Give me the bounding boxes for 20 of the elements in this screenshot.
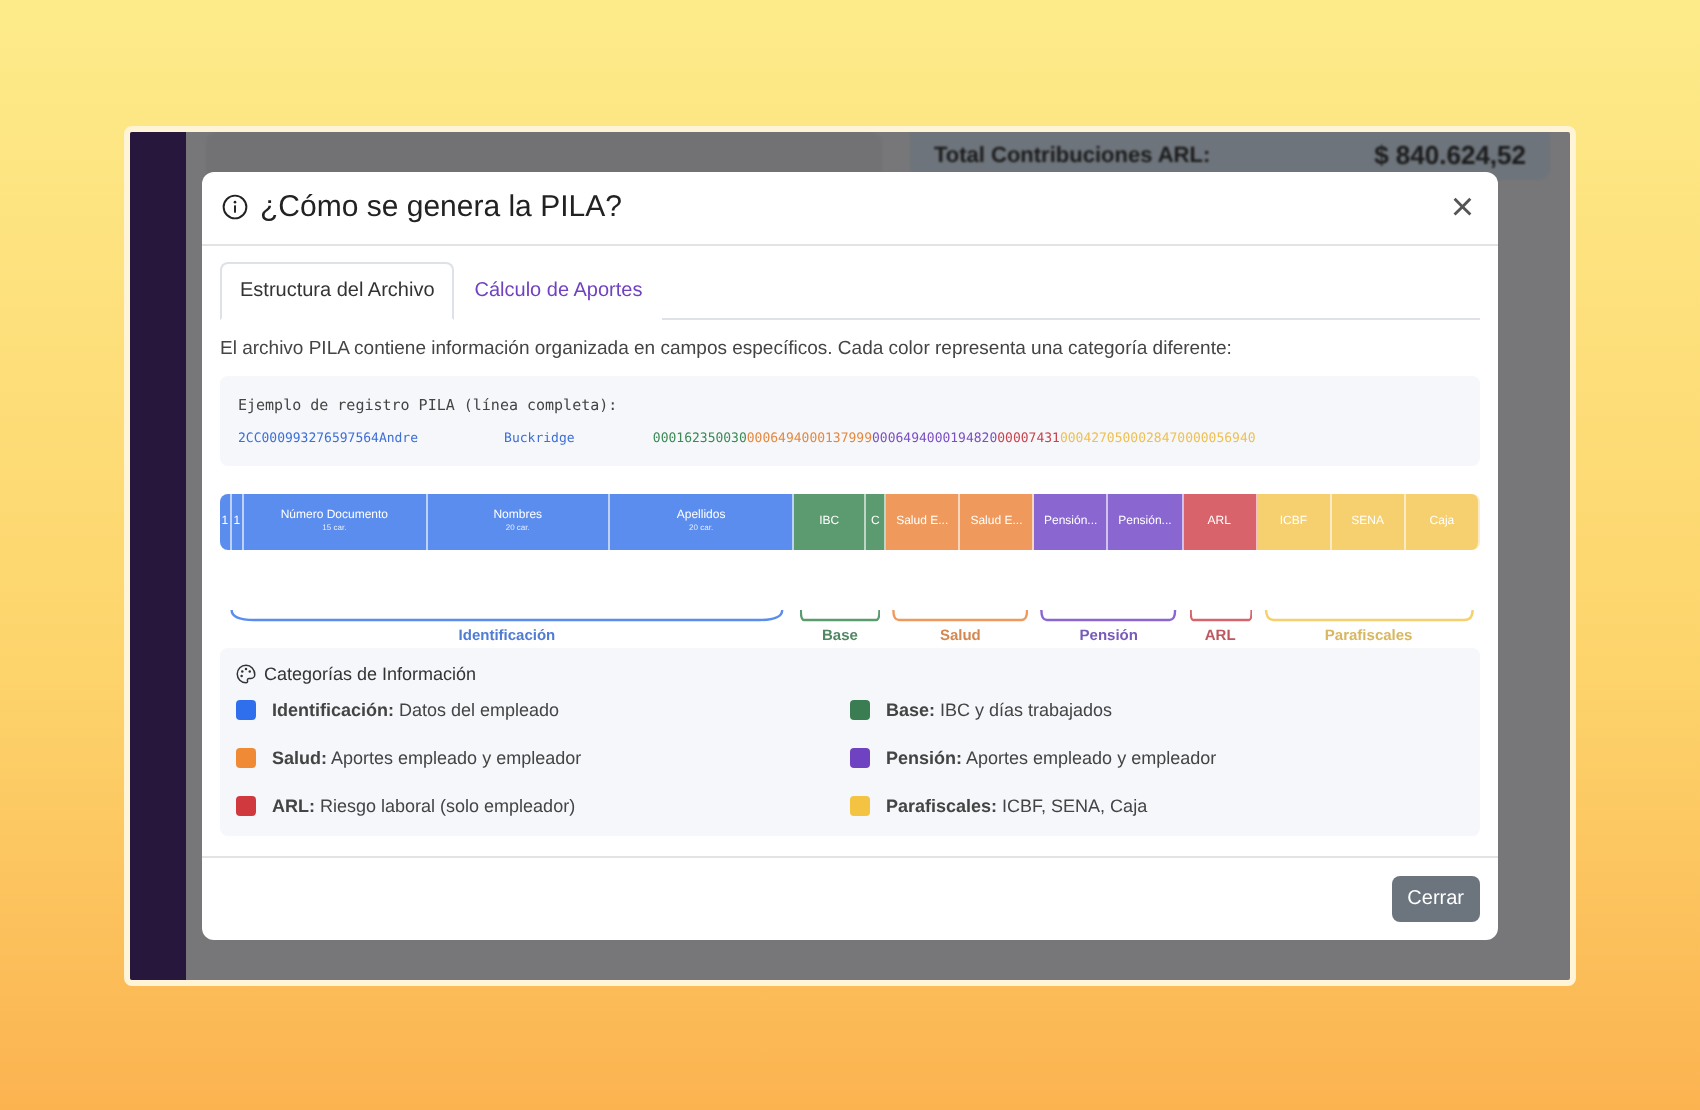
close-button[interactable]: Cerrar (1391, 875, 1480, 921)
bracket (799, 609, 881, 623)
legend-text: Parafiscales: ICBF, SENA, Caja (886, 795, 1148, 815)
modal-title: ¿Cómo se genera la PILA? (260, 190, 624, 224)
summary-value: $ 840.624,52 (1374, 140, 1526, 170)
legend-text: Identificación: Datos del empleado (272, 699, 560, 719)
legend-title: Categorías de Información (264, 663, 477, 683)
legend-text: ARL: Riesgo laboral (solo empleador) (272, 795, 576, 815)
summary-label: Total Contribuciones ARL: (934, 143, 1211, 167)
palette-icon (236, 663, 256, 683)
legend-text: Salud: Aportes empleado y empleador (272, 747, 582, 767)
bracket (892, 609, 1029, 623)
tab[interactable]: Estructura del Archivo (220, 261, 455, 319)
intro-text: El archivo PILA contiene información organizada en campos específicos. Cada color representa una categoría diferente: (220, 337, 1234, 359)
bracket (1189, 609, 1252, 623)
close-button[interactable]: × (1446, 187, 1478, 227)
bracket (1040, 609, 1178, 623)
legend-text: Pensión: Aportes empleado y empleador (886, 747, 1217, 767)
info-icon (222, 194, 248, 220)
legend-text: Base: IBC y días trabajados (886, 699, 1113, 719)
